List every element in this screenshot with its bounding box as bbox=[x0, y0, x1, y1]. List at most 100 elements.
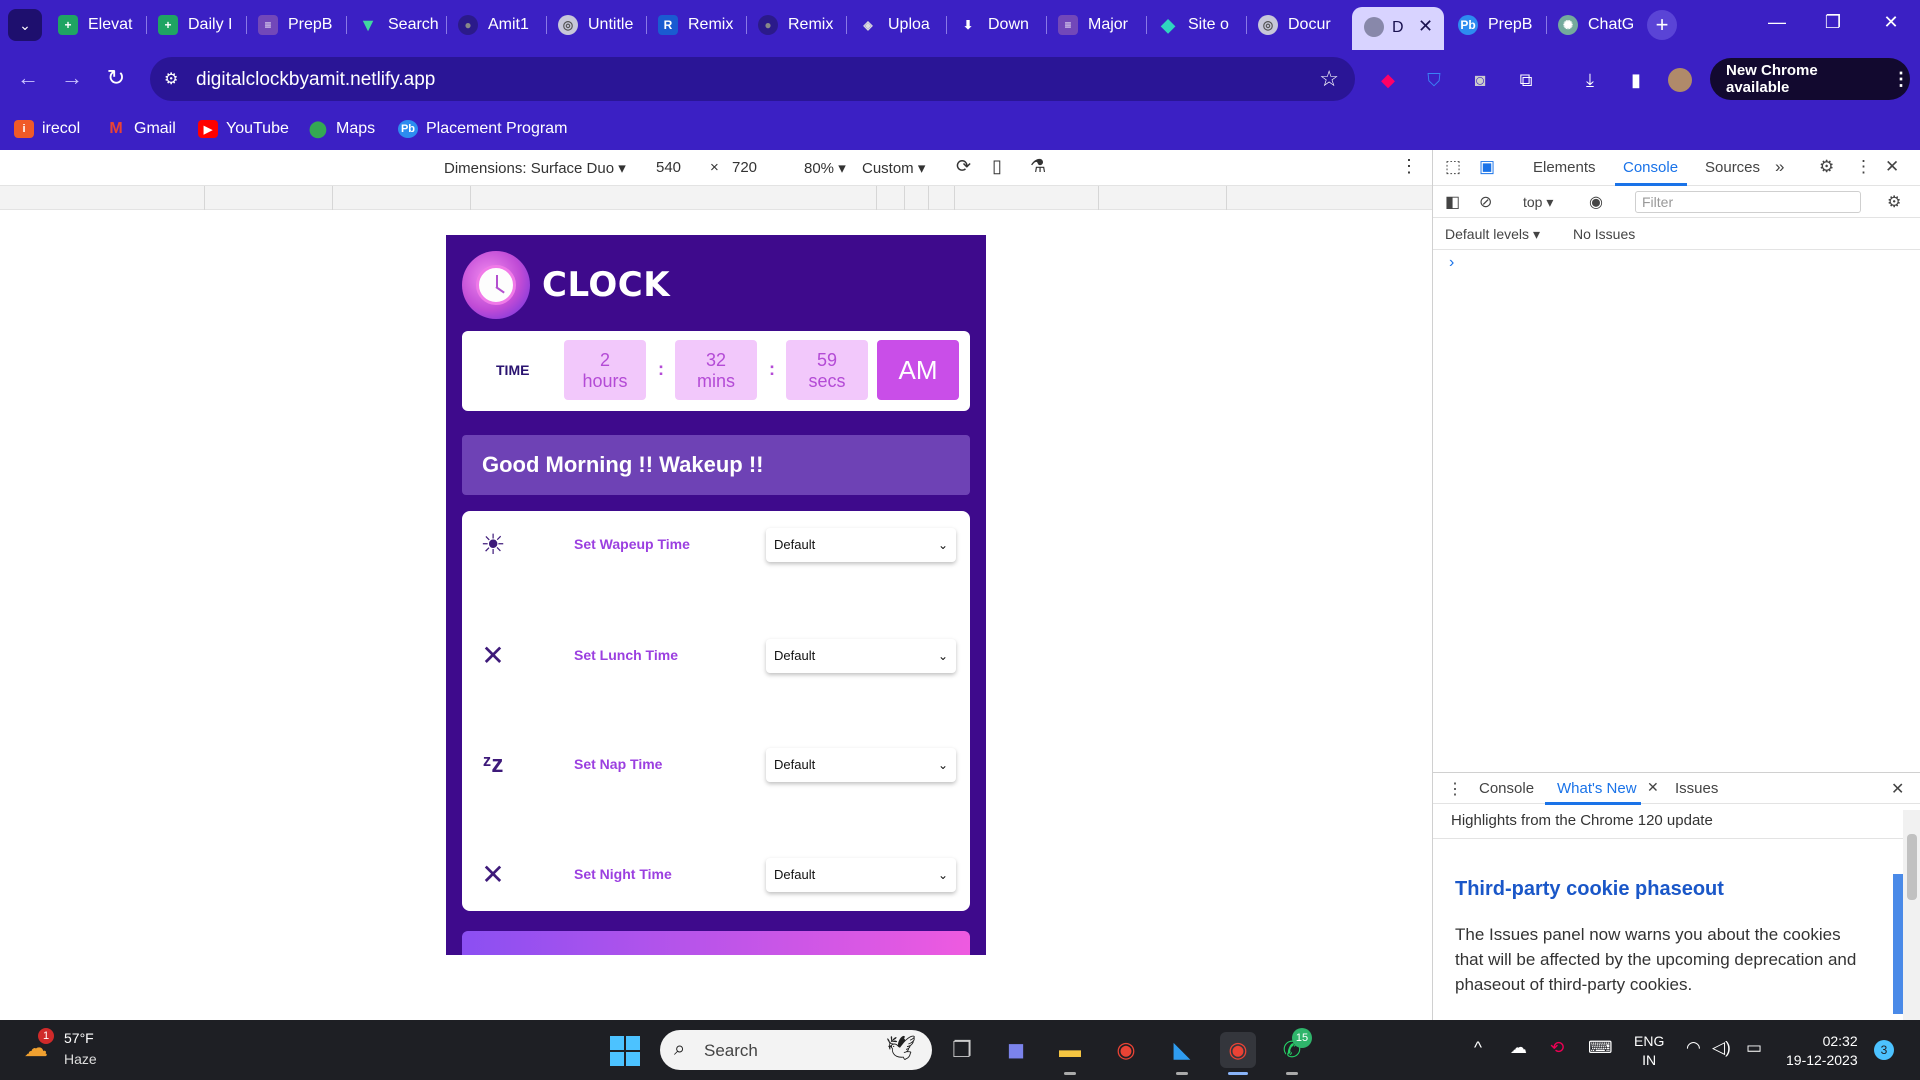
more-vert-icon[interactable]: ⋮ bbox=[1400, 156, 1418, 177]
url-text[interactable]: digitalclockbyamit.netlify.app bbox=[196, 69, 435, 91]
tab-remix-1[interactable]: R Remix bbox=[658, 10, 738, 40]
meet-chat-icon[interactable]: ◼ bbox=[998, 1032, 1034, 1068]
tab-major[interactable]: ≡ Major bbox=[1058, 10, 1138, 40]
tab-upload[interactable]: ◈ Uploa bbox=[858, 10, 938, 40]
filter-input[interactable]: Filter bbox=[1635, 191, 1861, 213]
task-view-icon[interactable]: ❐ bbox=[944, 1032, 980, 1068]
chrome-icon[interactable]: ◉ bbox=[1108, 1032, 1144, 1068]
issues-count[interactable]: No Issues bbox=[1573, 226, 1635, 242]
bookmark-youtube[interactable]: ▶ YouTube bbox=[198, 118, 289, 140]
side-panel-icon[interactable]: ▮ bbox=[1624, 68, 1648, 92]
close-tab-icon[interactable]: ✕ bbox=[1647, 779, 1659, 796]
more-tabs-icon[interactable]: » bbox=[1775, 157, 1784, 177]
close-window-icon[interactable]: ✕ bbox=[1876, 12, 1906, 33]
tab-elevat[interactable]: + Elevat bbox=[58, 10, 138, 40]
live-expression-eye-icon[interactable]: ◉ bbox=[1589, 192, 1603, 212]
cloud-icon[interactable]: ☁ bbox=[1510, 1038, 1527, 1058]
drawer-tab-whats-new[interactable]: What's New bbox=[1557, 780, 1637, 797]
tab-prepb-2[interactable]: Pb PrepB bbox=[1458, 10, 1538, 40]
settings-gear-icon[interactable]: ⚙ bbox=[1819, 157, 1834, 177]
extensions-puzzle-icon[interactable]: ⧉ bbox=[1514, 68, 1538, 92]
tab-elements[interactable]: Elements bbox=[1533, 159, 1596, 176]
bookmark-maps[interactable]: ⬤ Maps bbox=[308, 118, 375, 140]
tab-amit1[interactable]: ● Amit1 bbox=[458, 10, 538, 40]
notification-badge[interactable]: 3 bbox=[1874, 1040, 1894, 1060]
tab-chatgpt[interactable]: ✺ ChatG bbox=[1558, 10, 1638, 40]
whats-new-heading[interactable]: Third-party cookie phaseout bbox=[1455, 878, 1724, 901]
tab-active[interactable]: D ✕ bbox=[1352, 7, 1444, 50]
chevron-up-icon[interactable]: ^ bbox=[1474, 1038, 1482, 1058]
clear-console-icon[interactable]: ⊘ bbox=[1479, 192, 1492, 212]
dimensions-dropdown[interactable]: Dimensions: Surface Duo ▾ bbox=[444, 159, 626, 177]
context-select[interactable]: top ▾ bbox=[1523, 194, 1553, 211]
tab-console[interactable]: Console bbox=[1623, 159, 1678, 176]
drawer-tab-issues[interactable]: Issues bbox=[1675, 780, 1718, 797]
battery-icon[interactable]: ▭ bbox=[1746, 1038, 1762, 1058]
bookmark-irecol[interactable]: i irecol bbox=[14, 118, 80, 140]
new-chrome-available-button[interactable]: New Chrome available ⋮ bbox=[1710, 58, 1910, 100]
back-icon[interactable]: ← bbox=[14, 64, 42, 92]
camera-icon[interactable]: ◙ bbox=[1468, 68, 1492, 92]
wakeup-time-select[interactable]: Default ⌄ bbox=[766, 528, 956, 562]
address-bar[interactable]: ⚙ digitalclockbyamit.netlify.app ☆ bbox=[150, 57, 1355, 101]
drawer-tab-console[interactable]: Console bbox=[1479, 780, 1534, 797]
bookmark-star-icon[interactable]: ☆ bbox=[1319, 66, 1339, 92]
width-input[interactable]: 540 bbox=[656, 159, 681, 176]
file-explorer-icon[interactable]: ▬ bbox=[1052, 1032, 1088, 1068]
levels-dropdown[interactable]: Default levels ▾ bbox=[1445, 226, 1540, 243]
scrollbar[interactable] bbox=[1903, 810, 1920, 1020]
volume-icon[interactable]: ◁) bbox=[1712, 1038, 1731, 1058]
windows-start-icon[interactable] bbox=[610, 1036, 640, 1066]
tab-sources[interactable]: Sources bbox=[1705, 159, 1760, 176]
scrollbar-thumb[interactable] bbox=[1907, 834, 1917, 900]
lunch-time-select[interactable]: Default ⌄ bbox=[766, 639, 956, 673]
tab-docur[interactable]: ◎ Docur bbox=[1258, 10, 1338, 40]
sync-icon[interactable]: ⟲ bbox=[1550, 1038, 1564, 1058]
more-vert-icon[interactable]: ⋮ bbox=[1855, 157, 1872, 177]
reload-icon[interactable]: ↻ bbox=[102, 64, 130, 92]
drawer-menu-icon[interactable]: ⋮ bbox=[1447, 779, 1463, 799]
weather-condition[interactable]: Haze bbox=[64, 1051, 97, 1067]
system-clock[interactable]: 02:32 19-12-2023 bbox=[1786, 1032, 1858, 1070]
tab-prepb[interactable]: ≡ PrepB bbox=[258, 10, 338, 40]
avatar[interactable] bbox=[1668, 68, 1692, 92]
set-alarm-button[interactable] bbox=[462, 931, 970, 955]
new-tab-button[interactable]: + bbox=[1647, 10, 1677, 40]
tab-search-button[interactable]: ⌄ bbox=[8, 9, 42, 41]
tab-daily[interactable]: + Daily I bbox=[158, 10, 238, 40]
site-info-icon[interactable]: ⚙ bbox=[164, 69, 186, 89]
color-extension-icon[interactable]: ◆ bbox=[1376, 68, 1400, 92]
vscode-icon[interactable]: ◣ bbox=[1164, 1032, 1200, 1068]
taskbar-search[interactable]: ⌕ Search 🕊 bbox=[660, 1030, 932, 1070]
sidebar-toggle-icon[interactable]: ◧ bbox=[1445, 192, 1460, 212]
tab-remix-2[interactable]: ● Remix bbox=[758, 10, 838, 40]
forward-icon[interactable]: → bbox=[58, 64, 86, 92]
close-drawer-icon[interactable]: ✕ bbox=[1891, 779, 1904, 799]
close-tab-icon[interactable]: ✕ bbox=[1418, 16, 1433, 37]
minimize-icon[interactable]: — bbox=[1762, 12, 1792, 33]
console-prompt[interactable]: › bbox=[1449, 254, 1454, 272]
language-indicator[interactable]: ENG IN bbox=[1634, 1032, 1664, 1070]
restore-icon[interactable]: ❐ bbox=[1818, 12, 1848, 33]
dual-screen-icon[interactable]: ▯ bbox=[992, 156, 1002, 177]
throttle-dropdown[interactable]: Custom ▾ bbox=[862, 159, 925, 177]
bookmark-placement-program[interactable]: Pb Placement Program bbox=[398, 118, 567, 140]
experiment-flask-icon[interactable]: ⚗ bbox=[1030, 156, 1046, 177]
keyboard-icon[interactable]: ⌨ bbox=[1588, 1038, 1613, 1058]
tab-site[interactable]: ◆ Site o bbox=[1158, 10, 1238, 40]
zoom-dropdown[interactable]: 80% ▾ bbox=[804, 159, 846, 177]
rotate-icon[interactable]: ⟳ bbox=[956, 156, 971, 177]
bookmark-gmail[interactable]: M Gmail bbox=[106, 118, 175, 140]
night-time-select[interactable]: Default ⌄ bbox=[766, 858, 956, 892]
tab-untitled[interactable]: ◎ Untitle bbox=[558, 10, 638, 40]
console-settings-icon[interactable]: ⚙ bbox=[1887, 192, 1901, 212]
downloads-icon[interactable]: ⤓ bbox=[1578, 68, 1602, 92]
close-devtools-icon[interactable]: ✕ bbox=[1885, 157, 1899, 177]
height-input[interactable]: 720 bbox=[732, 159, 757, 176]
device-toggle-icon[interactable]: ▣ bbox=[1479, 157, 1495, 177]
inspect-element-icon[interactable]: ⬚ bbox=[1445, 157, 1461, 177]
wifi-icon[interactable]: ◠ bbox=[1686, 1038, 1701, 1058]
weather-temperature[interactable]: 57°F bbox=[64, 1030, 94, 1046]
shield-icon[interactable]: ⛉ bbox=[1422, 68, 1446, 92]
tab-search[interactable]: ▼ Search bbox=[358, 10, 438, 40]
